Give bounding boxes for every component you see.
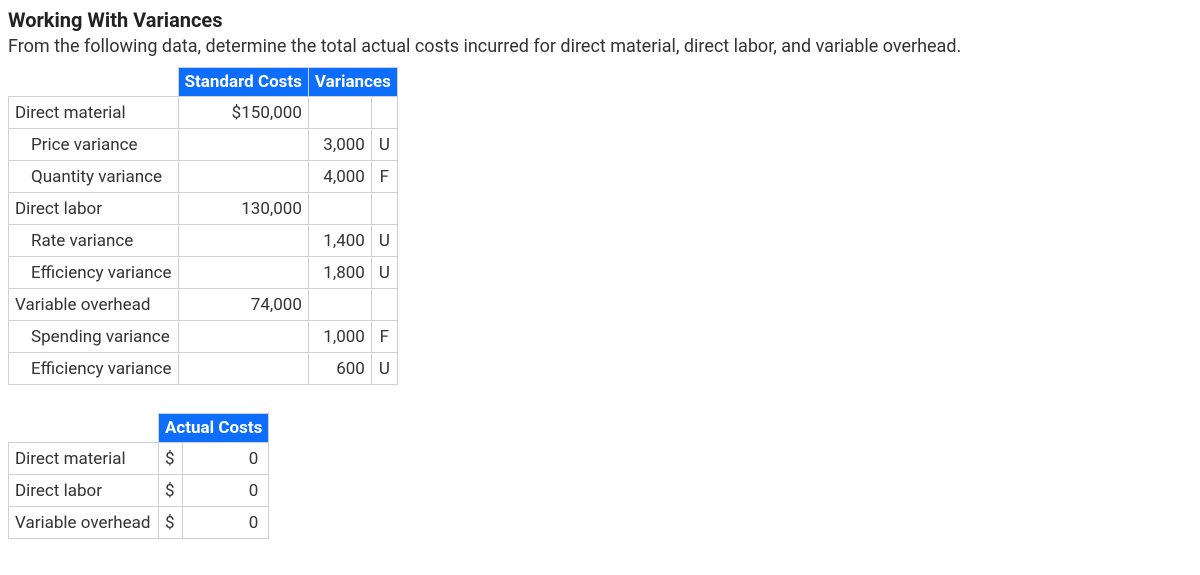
variance-amount-cell: 1,400 [308,225,371,257]
actual-cost-input[interactable]: 0 [183,443,269,475]
table-row: Price variance 3,000U [9,129,398,161]
standard-cost-cell [178,225,308,257]
table-row: Direct material$0 [9,443,269,475]
variance-flag-cell: F [371,321,397,353]
currency-symbol: $ [159,475,183,507]
row-label: Quantity variance [9,161,179,193]
empty-header [9,68,179,97]
table-row: Quantity variance 4,000F [9,161,398,193]
variance-flag-cell [371,289,397,321]
standard-cost-cell [178,161,308,193]
standard-cost-cell: 74,000 [178,289,308,321]
table-row: Direct material$150,000 [9,97,398,129]
variance-flag-cell [371,193,397,225]
standard-cost-cell: $150,000 [178,97,308,129]
variance-flag-cell: U [371,225,397,257]
table-row: Direct labor130,000 [9,193,398,225]
row-label: Rate variance [9,225,179,257]
row-label: Variable overhead [9,289,179,321]
header-variances: Variances [308,68,397,97]
table-row: Spending variance 1,000F [9,321,398,353]
variance-flag-cell: U [371,257,397,289]
variance-flag-cell: U [371,129,397,161]
empty-header [9,414,159,443]
row-label: Efficiency variance [9,353,179,385]
variance-flag-cell: F [371,161,397,193]
table-row: Efficiency variance 1,800U [9,257,398,289]
row-label: Price variance [9,129,179,161]
standard-cost-cell: 130,000 [178,193,308,225]
variance-amount-cell: 1,800 [308,257,371,289]
header-actual-costs: Actual Costs [159,414,269,443]
variance-amount-cell [308,97,371,129]
variances-table: Standard Costs Variances Direct material… [8,67,398,385]
variance-flag-cell [371,97,397,129]
row-label: Spending variance [9,321,179,353]
variance-amount-cell [308,193,371,225]
variance-amount-cell: 1,000 [308,321,371,353]
table-row: Efficiency variance 600U [9,353,398,385]
actual-cost-input[interactable]: 0 [183,507,269,539]
row-label: Variable overhead [9,507,159,539]
currency-symbol: $ [159,443,183,475]
row-label: Direct material [9,443,159,475]
standard-cost-cell [178,321,308,353]
variance-flag-cell: U [371,353,397,385]
table-row: Variable overhead$0 [9,507,269,539]
variance-amount-cell: 600 [308,353,371,385]
standard-cost-cell [178,257,308,289]
row-label: Direct labor [9,475,159,507]
actual-cost-input[interactable]: 0 [183,475,269,507]
currency-symbol: $ [159,507,183,539]
variance-amount-cell: 3,000 [308,129,371,161]
table-row: Rate variance 1,400U [9,225,398,257]
instructions-text: From the following data, determine the t… [8,36,1192,57]
variance-amount-cell [308,289,371,321]
variance-amount-cell: 4,000 [308,161,371,193]
table-row: Direct labor$0 [9,475,269,507]
actual-costs-table: Actual Costs Direct material$0Direct lab… [8,413,269,539]
header-standard-costs: Standard Costs [178,68,308,97]
standard-cost-cell [178,129,308,161]
page-title: Working With Variances [8,8,1192,32]
row-label: Direct labor [9,193,179,225]
standard-cost-cell [178,353,308,385]
row-label: Direct material [9,97,179,129]
table-row: Variable overhead74,000 [9,289,398,321]
row-label: Efficiency variance [9,257,179,289]
